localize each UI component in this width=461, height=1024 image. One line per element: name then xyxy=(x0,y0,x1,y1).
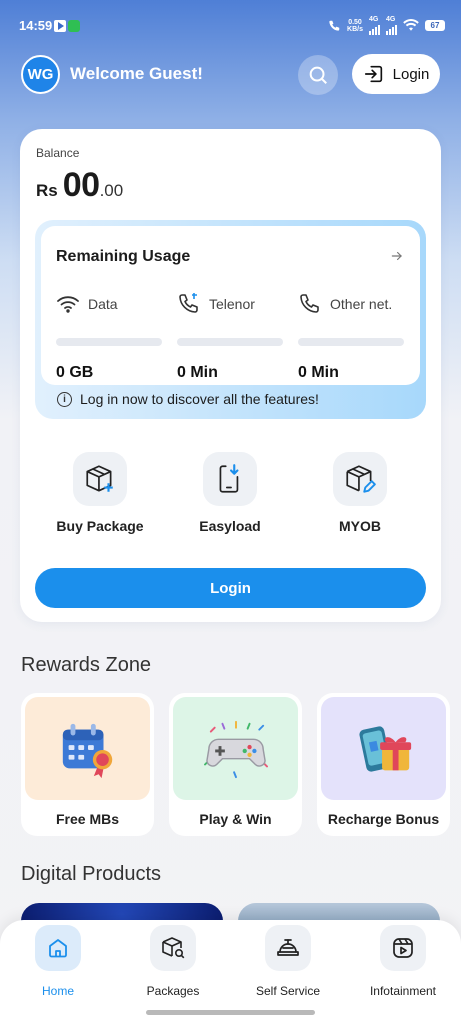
remaining-usage-panel[interactable]: Remaining Usage Data 0 GB Telenor 0 Min xyxy=(35,220,426,419)
buy-package-label: Buy Package xyxy=(56,518,144,534)
play-win-label: Play & Win xyxy=(199,811,272,827)
recharge-bonus-label: Recharge Bonus xyxy=(327,811,440,827)
search-button[interactable] xyxy=(298,55,338,95)
phone-icon xyxy=(300,294,319,313)
usage-other-net: Other net. 0 Min xyxy=(298,292,418,382)
balance-label: Balance xyxy=(36,146,80,160)
login-info-text: Log in now to discover all the features! xyxy=(80,391,319,407)
balance-value: 00 xyxy=(62,166,100,204)
header-login-label: Login xyxy=(392,65,430,83)
package-edit-icon xyxy=(346,465,376,493)
status-bar: 14:59 0.50 KB/s 4G 4G 67 xyxy=(0,0,461,50)
usage-telenor-label: Telenor xyxy=(209,296,255,312)
myob-label: MYOB xyxy=(339,518,381,534)
avatar[interactable]: WG xyxy=(21,55,60,94)
signal-sim1-icon: 4G xyxy=(369,16,380,35)
gift-phone-icon xyxy=(358,725,411,772)
buy-package-button[interactable]: Buy Package xyxy=(45,452,155,534)
login-button[interactable]: Login xyxy=(35,568,426,608)
sign-in-icon xyxy=(364,65,382,83)
digital-products-title: Digital Products xyxy=(21,863,162,885)
usage-data-bar xyxy=(56,338,162,346)
battery-icon: 67 xyxy=(425,20,445,31)
account-card: Balance Rs 00 .00 Remaining Usage Data 0… xyxy=(20,129,441,622)
phone-download-icon xyxy=(219,464,239,493)
login-info-banner: i Log in now to discover all the feature… xyxy=(57,391,319,407)
usage-other-value: 0 Min xyxy=(298,364,339,381)
myob-button[interactable]: MYOB xyxy=(305,452,415,534)
balance-decimals: .00 xyxy=(99,181,124,200)
phone-icon xyxy=(179,293,198,313)
package-add-icon xyxy=(86,465,113,492)
easyload-label: Easyload xyxy=(199,518,261,534)
usage-data-label: Data xyxy=(88,296,118,312)
usage-title: Remaining Usage xyxy=(56,248,191,265)
bottom-navigation: Home Packages Self Service Infotainment xyxy=(0,920,461,1024)
service-bell-icon xyxy=(277,939,299,956)
free-mbs-label: Free MBs xyxy=(55,811,120,827)
usage-telenor: Telenor 0 Min xyxy=(177,292,287,382)
nav-self-service-label: Self Service xyxy=(255,984,321,998)
home-icon xyxy=(49,939,67,958)
header-login-button[interactable]: Login xyxy=(352,54,440,94)
usage-telenor-value: 0 Min xyxy=(177,364,218,381)
usage-other-label: Other net. xyxy=(330,296,393,312)
status-indicators: 0.50 KB/s 4G 4G 67 xyxy=(327,16,445,35)
nav-infotainment-label: Infotainment xyxy=(369,984,437,998)
youtube-notification-icon xyxy=(54,20,66,32)
balance-amount: Rs 00 .00 xyxy=(36,166,123,205)
reward-play-win[interactable]: Play & Win xyxy=(169,693,302,836)
usage-box: Remaining Usage Data 0 GB Telenor 0 Min xyxy=(41,226,420,385)
usage-data-value: 0 GB xyxy=(56,364,94,381)
usage-data: Data 0 GB xyxy=(56,292,166,382)
nav-home-label: Home xyxy=(41,984,74,998)
nav-self-service[interactable]: Self Service xyxy=(233,925,343,998)
status-time: 14:59 xyxy=(19,18,53,33)
nav-infotainment[interactable]: Infotainment xyxy=(348,925,458,998)
balance-currency: Rs xyxy=(36,181,58,200)
info-icon: i xyxy=(57,391,72,407)
arrow-right-icon[interactable] xyxy=(390,249,404,267)
wifi-status-icon xyxy=(403,19,419,31)
signal-sim2-icon: 4G xyxy=(386,16,397,35)
nav-home[interactable]: Home xyxy=(3,925,113,998)
wifi-icon xyxy=(57,296,79,313)
call-volte-icon xyxy=(329,20,340,31)
play-icon xyxy=(393,938,413,958)
reward-recharge-bonus[interactable]: Recharge Bonus xyxy=(317,693,450,836)
nav-packages[interactable]: Packages xyxy=(118,925,228,998)
gesture-home-indicator[interactable] xyxy=(146,1010,315,1015)
calendar-badge-icon xyxy=(62,723,112,778)
net-speed: 0.50 KB/s xyxy=(347,18,363,33)
package-search-icon xyxy=(162,937,185,959)
whatsapp-notification-icon xyxy=(68,20,80,32)
gamepad-icon xyxy=(203,720,268,778)
usage-other-bar xyxy=(298,338,404,346)
search-icon xyxy=(309,66,327,84)
nav-packages-label: Packages xyxy=(146,984,200,998)
rewards-zone-title: Rewards Zone xyxy=(21,654,152,676)
reward-free-mbs[interactable]: Free MBs xyxy=(21,693,154,836)
welcome-text: Welcome Guest! xyxy=(70,64,203,83)
usage-telenor-bar xyxy=(177,338,283,346)
easyload-button[interactable]: Easyload xyxy=(175,452,285,534)
